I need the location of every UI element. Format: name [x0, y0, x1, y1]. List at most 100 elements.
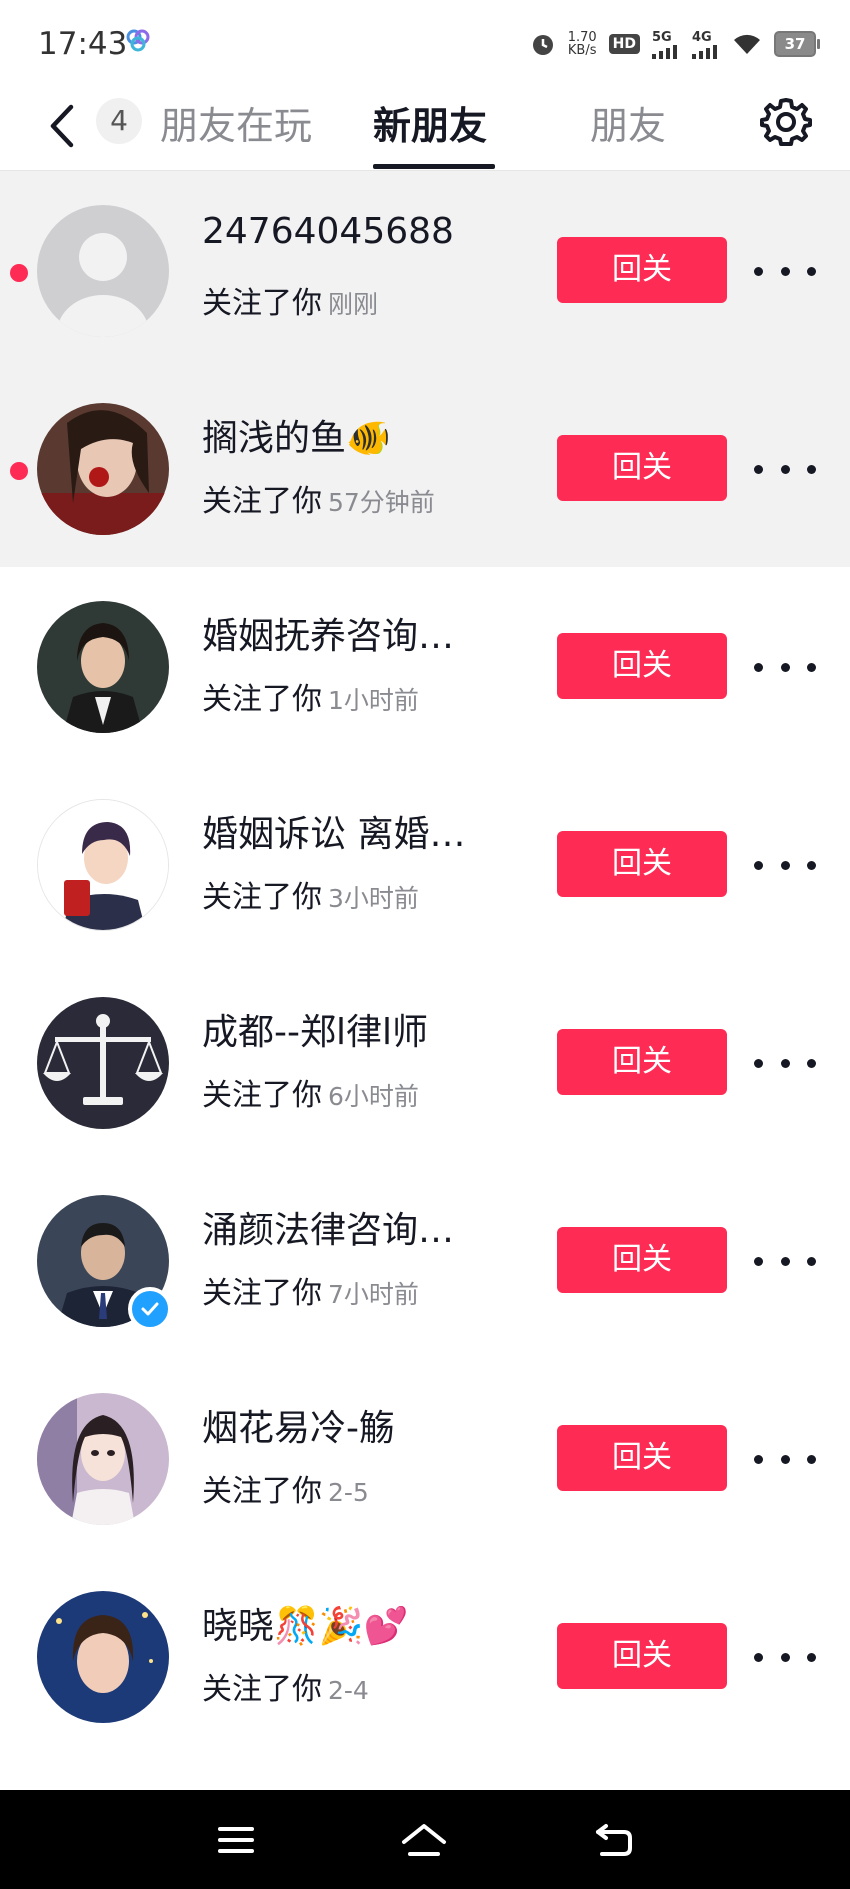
- follower-list: 24764045688 关注了你 刚刚 回关 搁浅的鱼🐠 关注了你 57分钟前 回关: [0, 171, 850, 1755]
- user-name[interactable]: 婚姻抚养咨询…: [202, 607, 454, 659]
- follow-info: 关注了你 2-5: [202, 1466, 369, 1510]
- user-name[interactable]: 婚姻诉讼 离婚…: [202, 805, 465, 857]
- follow-action: 关注了你: [202, 1474, 322, 1509]
- menu-button[interactable]: [206, 1812, 266, 1868]
- more-dots-icon[interactable]: [754, 449, 816, 489]
- battery-indicator: 37: [774, 31, 820, 57]
- avatar[interactable]: [37, 601, 169, 733]
- user-name[interactable]: 涌颜法律咨询…: [202, 1201, 454, 1253]
- tab-new-friends[interactable]: 新朋友: [373, 96, 487, 156]
- list-item[interactable]: 婚姻诉讼 离婚… 关注了你 3小时前 回关: [0, 765, 850, 963]
- follow-time: 2-5: [328, 1478, 369, 1507]
- user-photo: [37, 601, 169, 733]
- list-item[interactable]: 婚姻抚养咨询… 关注了你 1小时前 回关: [0, 567, 850, 765]
- chevron-left-icon: [50, 104, 74, 148]
- network-speed: 1.70 KB/s: [568, 31, 597, 57]
- avatar[interactable]: [37, 1393, 169, 1525]
- list-item[interactable]: 24764045688 关注了你 刚刚 回关: [0, 171, 850, 369]
- follow-action: 关注了你: [202, 682, 322, 717]
- follow-action: 关注了你: [202, 1078, 322, 1113]
- follow-back-button[interactable]: 回关: [557, 1029, 727, 1095]
- user-name[interactable]: 成都--郑l律l师: [202, 1003, 428, 1055]
- settings-button[interactable]: [758, 94, 814, 150]
- user-name[interactable]: 搁浅的鱼🐠: [202, 409, 391, 461]
- follow-info: 关注了你 刚刚: [202, 278, 378, 322]
- follow-action: 关注了你: [202, 286, 322, 321]
- wifi-icon: [734, 34, 760, 54]
- follow-action: 关注了你: [202, 880, 322, 915]
- gear-icon: [760, 98, 812, 146]
- avatar[interactable]: [37, 799, 169, 931]
- signal-bars-icon: [692, 44, 717, 59]
- signal-5g-label: 5G: [652, 29, 672, 45]
- list-item[interactable]: 成都--郑l律l师 关注了你 6小时前 回关: [0, 963, 850, 1161]
- more-dots-icon[interactable]: [754, 1439, 816, 1479]
- signal-4g: 4G: [692, 30, 720, 59]
- follow-time: 6小时前: [328, 1082, 419, 1111]
- follow-back-button[interactable]: 回关: [557, 1425, 727, 1491]
- follow-action: 关注了你: [202, 1276, 322, 1311]
- checkmark-icon: [141, 1302, 159, 1316]
- user-photo: [37, 1591, 169, 1723]
- user-name[interactable]: 24764045688: [202, 211, 454, 252]
- count-badge: 4: [96, 98, 142, 144]
- follow-time: 57分钟前: [328, 488, 435, 517]
- unread-dot: [10, 264, 28, 282]
- top-nav: 4 朋友在玩 新朋友 朋友: [0, 84, 850, 171]
- follow-back-button[interactable]: 回关: [557, 831, 727, 897]
- follow-info: 关注了你 7小时前: [202, 1268, 419, 1312]
- active-tab-indicator: [373, 164, 495, 169]
- follow-info: 关注了你 1小时前: [202, 674, 419, 718]
- tab-friends[interactable]: 朋友: [590, 96, 666, 156]
- list-item[interactable]: 烟花易冷-觞 关注了你 2-5 回关: [0, 1359, 850, 1557]
- signal-5g: 5G: [652, 30, 680, 59]
- follow-time: 3小时前: [328, 884, 419, 913]
- avatar[interactable]: [37, 997, 169, 1129]
- more-dots-icon[interactable]: [754, 845, 816, 885]
- return-icon: [596, 1824, 632, 1856]
- list-item[interactable]: 搁浅的鱼🐠 关注了你 57分钟前 回关: [0, 369, 850, 567]
- follow-action: 关注了你: [202, 484, 322, 519]
- user-photo: [37, 403, 169, 535]
- user-name[interactable]: 晓晓🎊🎉💕: [202, 1597, 408, 1649]
- more-dots-icon[interactable]: [754, 647, 816, 687]
- follow-time: 2-4: [328, 1676, 369, 1705]
- follow-time: 刚刚: [328, 290, 379, 319]
- more-dots-icon[interactable]: [754, 1043, 816, 1083]
- follow-back-button[interactable]: 回关: [557, 1227, 727, 1293]
- follow-back-button[interactable]: 回关: [557, 633, 727, 699]
- follow-time: 7小时前: [328, 1280, 419, 1309]
- speed-unit: KB/s: [567, 43, 597, 58]
- more-dots-icon[interactable]: [754, 1637, 816, 1677]
- follow-back-button[interactable]: 回关: [557, 435, 727, 501]
- list-item[interactable]: 晓晓🎊🎉💕 关注了你 2-4 回关: [0, 1557, 850, 1755]
- avatar[interactable]: [37, 403, 169, 535]
- verified-badge-icon: [128, 1287, 172, 1331]
- follow-back-button[interactable]: 回关: [557, 237, 727, 303]
- avatar[interactable]: [37, 1591, 169, 1723]
- more-dots-icon[interactable]: [754, 1241, 816, 1281]
- menu-icon: [218, 1827, 254, 1853]
- signal-bars-icon: [652, 44, 677, 59]
- back-nav-button[interactable]: [584, 1812, 644, 1868]
- status-time: 17:43: [38, 26, 128, 62]
- avatar[interactable]: [37, 205, 169, 337]
- follow-info: 关注了你 57分钟前: [202, 476, 435, 520]
- scales-of-justice-icon: [37, 997, 169, 1129]
- follow-action: 关注了你: [202, 1672, 322, 1707]
- back-button[interactable]: [40, 96, 84, 156]
- follow-info: 关注了你 6小时前: [202, 1070, 419, 1114]
- follow-back-button[interactable]: 回关: [557, 1623, 727, 1689]
- alarm-icon: [532, 35, 553, 55]
- more-dots-icon[interactable]: [754, 251, 816, 291]
- list-item[interactable]: 涌颜法律咨询… 关注了你 7小时前 回关: [0, 1161, 850, 1359]
- system-nav-bar: [0, 1790, 850, 1889]
- tab-friends-playing[interactable]: 朋友在玩: [160, 96, 312, 156]
- user-name[interactable]: 烟花易冷-觞: [202, 1399, 395, 1451]
- default-avatar-icon: [37, 205, 169, 337]
- home-button[interactable]: [394, 1812, 454, 1868]
- cartoon-lawyer-avatar: [38, 800, 168, 930]
- follow-info: 关注了你 3小时前: [202, 872, 419, 916]
- follow-info: 关注了你 2-4: [202, 1664, 369, 1708]
- follow-time: 1小时前: [328, 686, 419, 715]
